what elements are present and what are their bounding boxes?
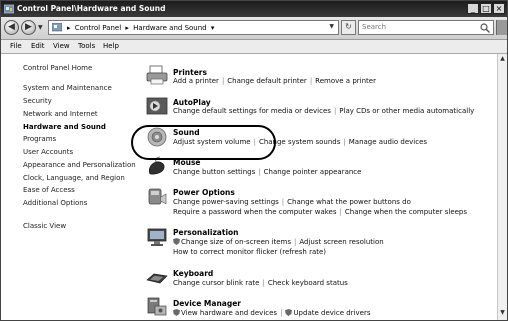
sidebar-item-clock-language-region[interactable]: Clock, Language, and Region	[23, 174, 125, 182]
vertical-scrollbar[interactable]: ▲ ▼	[497, 54, 507, 320]
printer-icon[interactable]	[146, 64, 168, 86]
personalization-icon[interactable]	[146, 226, 168, 248]
forward-button[interactable]: ▶	[21, 20, 36, 35]
menu-edit[interactable]: Edit	[31, 42, 45, 50]
link-manage-audio-devices[interactable]: Manage audio devices	[349, 138, 427, 146]
category-title-personalization[interactable]: Personalization	[173, 228, 239, 237]
back-arrow-icon: ◀	[8, 22, 15, 32]
sidebar-item-programs[interactable]: Programs	[23, 135, 56, 143]
personalization-links-row2: How to correct monitor flicker (refresh …	[173, 248, 326, 256]
sidebar-item-appearance-and-personalization[interactable]: Appearance and Personalization	[23, 161, 136, 169]
autoplay-links: Change default settings for media or dev…	[173, 107, 475, 115]
back-button[interactable]: ◀	[4, 20, 19, 35]
title-bar[interactable]: Control Panel\Hardware and Sound _ □ ×	[1, 1, 507, 17]
address-bar[interactable]: ▸ Control Panel ▸ Hardware and Sound ▾ ▼	[48, 20, 339, 35]
maximize-button[interactable]: □	[480, 3, 492, 14]
link-change-sleep-time[interactable]: Change when the computer sleeps	[345, 208, 467, 216]
sound-highlight-annotation	[131, 125, 276, 160]
chevron-down-icon[interactable]: ▾	[211, 24, 215, 32]
main-content: Printers Add a printer | Change default pr…	[131, 54, 497, 320]
category-title-device-manager[interactable]: Device Manager	[173, 299, 241, 308]
link-require-password-on-wake[interactable]: Require a password when the computer wak…	[173, 208, 337, 216]
category-title-keyboard[interactable]: Keyboard	[173, 269, 213, 278]
link-change-default-printer[interactable]: Change default printer	[227, 77, 307, 85]
category-title-printers[interactable]: Printers	[173, 68, 207, 77]
device-manager-links: View hardware and devices | Update device …	[173, 309, 370, 317]
link-add-printer[interactable]: Add a printer	[173, 77, 219, 85]
link-change-default-media-settings[interactable]: Change default settings for media or dev…	[173, 107, 331, 115]
keyboard-links: Change cursor blink rate | Check keyboard …	[173, 279, 348, 287]
minimize-button[interactable]: _	[467, 3, 479, 14]
link-change-power-buttons[interactable]: Change what the power buttons do	[287, 198, 411, 206]
breadcrumb-control-panel[interactable]: Control Panel	[75, 24, 121, 32]
breadcrumb-hardware-and-sound[interactable]: Hardware and Sound	[133, 24, 206, 32]
link-change-power-saving-settings[interactable]: Change power-saving settings	[173, 198, 279, 206]
link-change-pointer-appearance[interactable]: Change pointer appearance	[264, 168, 362, 176]
autoplay-icon[interactable]	[146, 95, 168, 117]
sidebar-item-additional-options[interactable]: Additional Options	[23, 199, 87, 207]
sidebar-item-user-accounts[interactable]: User Accounts	[23, 148, 73, 156]
recent-pages-dropdown-icon[interactable]: ▼	[38, 24, 43, 31]
link-change-size-of-on-screen-items[interactable]: Change size of on-screen items	[181, 238, 291, 246]
link-adjust-screen-resolution[interactable]: Adjust screen resolution	[299, 238, 383, 246]
search-icon[interactable]	[480, 23, 490, 33]
sidebar-item-network-and-internet[interactable]: Network and Internet	[23, 110, 98, 118]
link-check-keyboard-status[interactable]: Check keyboard status	[268, 279, 348, 287]
menu-file[interactable]: File	[10, 42, 22, 50]
mouse-links: Change button settings | Change pointer ap…	[173, 168, 362, 176]
sidebar-item-ease-of-access[interactable]: Ease of Access	[23, 186, 75, 194]
keyboard-icon[interactable]	[146, 266, 168, 288]
sidebar: Control Panel Home System and Maintenanc…	[1, 54, 136, 320]
link-update-device-drivers[interactable]: Update device drivers	[293, 309, 370, 317]
navigation-bar: ◀ ▶ ▼ ▸ Control Panel ▸ Hardware and Sou…	[1, 17, 507, 40]
link-change-cursor-blink-rate[interactable]: Change cursor blink rate	[173, 279, 260, 287]
search-input[interactable]	[362, 23, 472, 31]
close-button[interactable]: ×	[493, 3, 505, 14]
toolbar-overflow	[496, 20, 507, 35]
device-manager-icon[interactable]	[146, 296, 168, 318]
scroll-up-arrow-icon[interactable]: ▲	[498, 55, 507, 65]
sidebar-item-security[interactable]: Security	[23, 97, 52, 105]
menu-tools[interactable]: Tools	[78, 42, 95, 50]
address-dropdown-icon[interactable]: ▼	[329, 23, 334, 30]
category-title-autoplay[interactable]: AutoPlay	[173, 98, 211, 107]
menu-view[interactable]: View	[53, 42, 70, 50]
link-remove-printer[interactable]: Remove a printer	[315, 77, 376, 85]
search-box[interactable]	[358, 20, 494, 35]
category-title-power-options[interactable]: Power Options	[173, 188, 235, 197]
sidebar-item-hardware-and-sound[interactable]: Hardware and Sound	[23, 123, 106, 131]
personalization-links-row1: Change size of on-screen items | Adjust sc…	[173, 238, 384, 246]
link-correct-monitor-flicker[interactable]: How to correct monitor flicker (refresh …	[173, 248, 326, 256]
power-options-icon[interactable]	[146, 186, 168, 208]
power-links-row2: Require a password when the computer wak…	[173, 208, 468, 216]
printers-links: Add a printer | Change default printer | Rem…	[173, 77, 376, 85]
uac-shield-icon	[173, 309, 180, 316]
control-panel-window: Control Panel\Hardware and Sound _ □ × ◀…	[0, 0, 508, 321]
menu-bar: File Edit View Tools Help	[1, 40, 507, 54]
chevron-right-icon[interactable]: ▸	[67, 24, 71, 32]
control-panel-icon	[52, 23, 62, 32]
uac-shield-icon	[285, 309, 293, 316]
link-play-cds-automatically[interactable]: Play CDs or other media automatically	[339, 107, 474, 115]
forward-arrow-icon: ▶	[25, 22, 32, 32]
window-title: Control Panel\Hardware and Sound	[17, 4, 166, 13]
sidebar-item-classic-view[interactable]: Classic View	[23, 222, 66, 230]
chevron-right-icon[interactable]: ▸	[125, 24, 129, 32]
control-panel-icon	[4, 4, 14, 14]
refresh-button[interactable]: ↻	[341, 20, 356, 35]
power-links-row1: Change power-saving settings | Change what…	[173, 198, 411, 206]
uac-shield-icon	[173, 238, 180, 245]
scroll-down-arrow-icon[interactable]: ▼	[498, 309, 507, 319]
menu-help[interactable]: Help	[103, 42, 119, 50]
link-change-button-settings[interactable]: Change button settings	[173, 168, 255, 176]
link-view-hardware-and-devices[interactable]: View hardware and devices	[181, 309, 277, 317]
refresh-icon: ↻	[345, 22, 352, 31]
sidebar-item-control-panel-home[interactable]: Control Panel Home	[23, 64, 92, 72]
sidebar-item-system-and-maintenance[interactable]: System and Maintenance	[23, 84, 112, 92]
